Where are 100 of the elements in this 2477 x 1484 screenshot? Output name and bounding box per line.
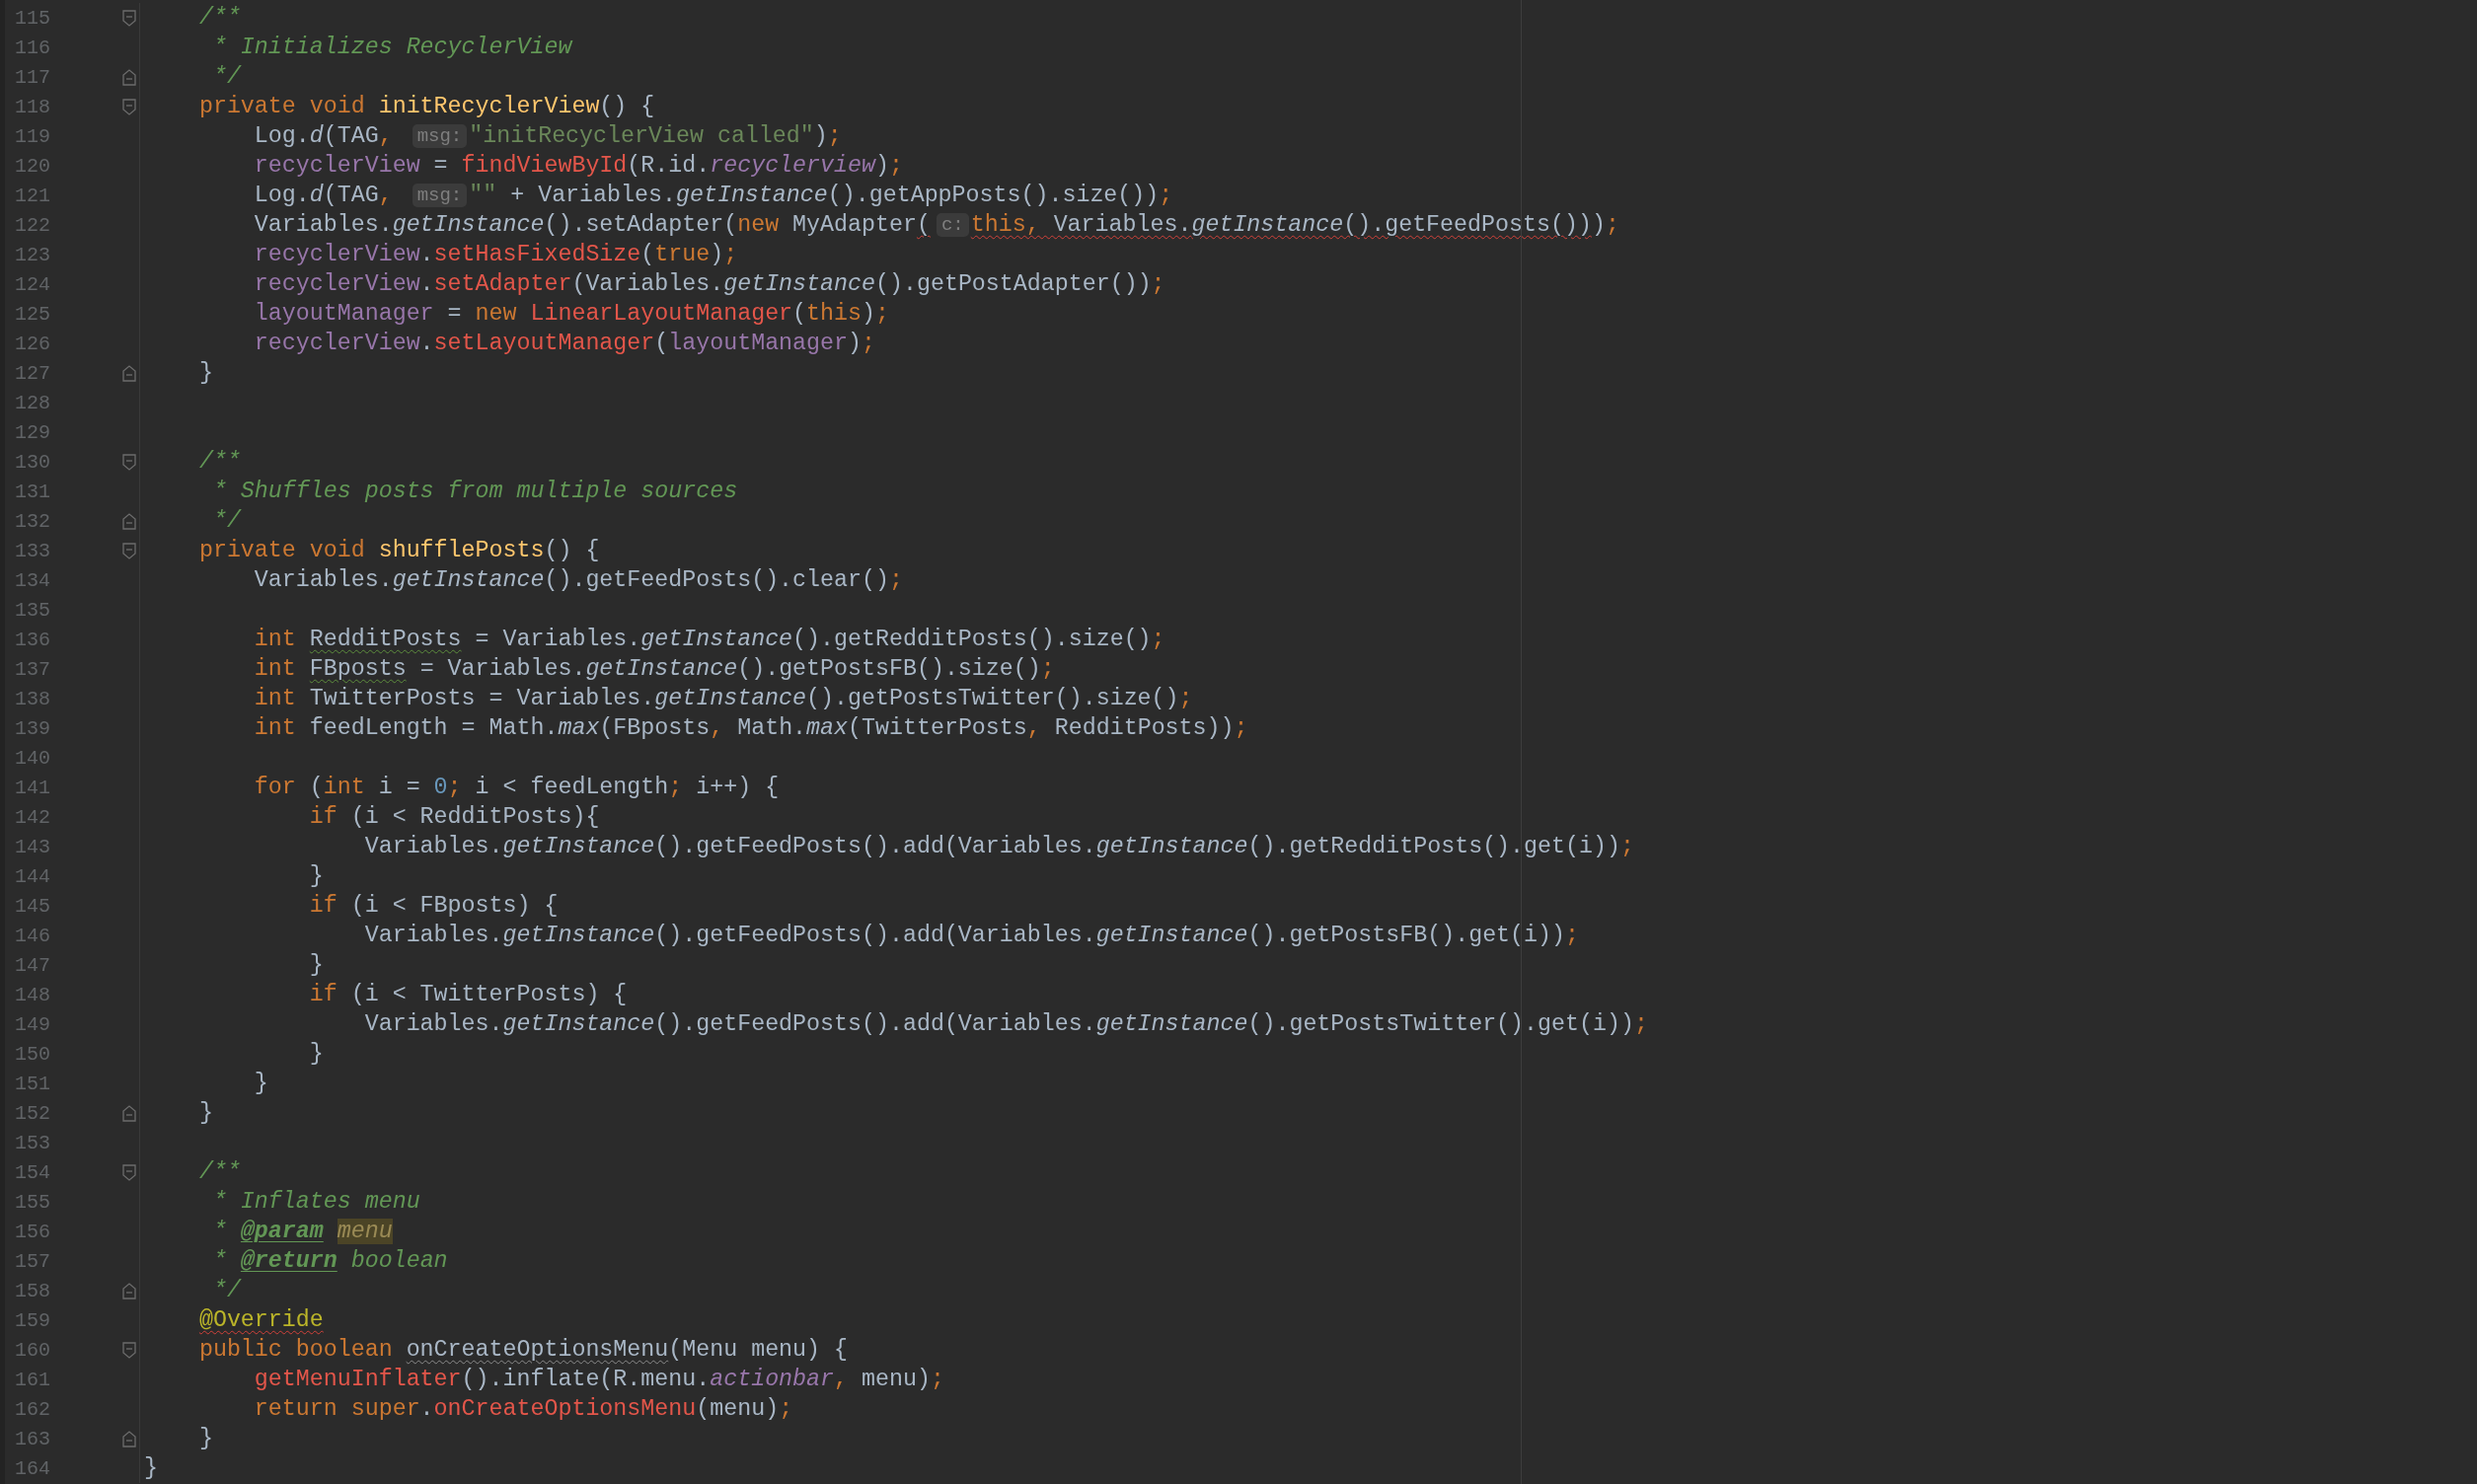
- line-number: 144: [14, 864, 51, 888]
- code-text: setLayoutManager: [433, 331, 655, 356]
- code-text: */: [212, 64, 241, 90]
- line-number: 156: [14, 1220, 51, 1243]
- code-text: (TAG: [323, 183, 379, 208]
- code-text: ,: [378, 183, 394, 208]
- code-text: private void: [198, 94, 366, 119]
- code-text: 0: [433, 775, 448, 800]
- line-number: 162: [14, 1397, 51, 1421]
- fold-icon[interactable]: [122, 1163, 136, 1181]
- code-text: int: [254, 627, 297, 652]
- line-number: 139: [14, 716, 51, 740]
- code-text: getInstance: [723, 271, 875, 297]
- parameter-hint: msg:: [412, 184, 468, 207]
- code-text: /**: [198, 1159, 241, 1185]
- fold-end-icon[interactable]: [122, 512, 136, 530]
- code-text: ().getFeedPosts().add(Variables.: [654, 1011, 1096, 1037]
- code-text: ;: [1151, 271, 1165, 297]
- parameter-hint: msg:: [412, 124, 468, 148]
- line-number: 128: [14, 391, 51, 414]
- fold-end-icon[interactable]: [122, 1104, 136, 1122]
- code-text: recyclerView: [254, 242, 420, 267]
- code-text: "": [469, 183, 497, 208]
- code-text: ,: [378, 123, 394, 149]
- code-text: new: [475, 301, 518, 327]
- line-number: 149: [14, 1012, 51, 1036]
- code-text: menu: [337, 1219, 393, 1244]
- line-number: 137: [14, 657, 51, 681]
- code-text: getMenuInflater: [254, 1367, 462, 1392]
- code-text: getInstance: [585, 656, 738, 682]
- code-text: Variables.: [364, 1011, 503, 1037]
- fold-end-icon[interactable]: [122, 1282, 136, 1299]
- code-text: ().getPostsFB().size(): [737, 656, 1041, 682]
- code-text: (: [640, 242, 655, 267]
- line-number: 126: [14, 332, 51, 355]
- code-text: ;: [827, 123, 842, 149]
- code-text: int: [254, 656, 297, 682]
- line-number: 141: [14, 776, 51, 799]
- code-text: ): [1591, 212, 1606, 238]
- code-text: (: [654, 331, 669, 356]
- line-number: 134: [14, 568, 51, 592]
- code-text: Variables.: [1053, 212, 1192, 238]
- line-number: 130: [14, 450, 51, 474]
- code-text: ;: [779, 1396, 793, 1422]
- code-text: max: [806, 715, 849, 741]
- line-number: 145: [14, 894, 51, 918]
- fold-icon[interactable]: [122, 98, 136, 115]
- line-number: 120: [14, 154, 51, 178]
- line-number: 127: [14, 361, 51, 385]
- code-text: }: [144, 1455, 158, 1481]
- code-text: }: [198, 1100, 213, 1126]
- code-text: * Inflates menu: [212, 1189, 420, 1215]
- code-text: private void: [198, 538, 366, 563]
- line-number: 159: [14, 1308, 51, 1332]
- fold-end-icon[interactable]: [122, 68, 136, 86]
- fold-end-icon[interactable]: [122, 364, 136, 382]
- code-text: * Initializes RecyclerView: [212, 35, 572, 60]
- line-number: 121: [14, 184, 51, 207]
- code-text: ().getPostAdapter()): [875, 271, 1152, 297]
- code-text: getInstance: [1191, 212, 1344, 238]
- code-text: (i < TwitterPosts) {: [350, 982, 628, 1007]
- line-number: 140: [14, 746, 51, 770]
- code-text: ): [875, 153, 889, 179]
- code-text: findViewById: [461, 153, 628, 179]
- code-text: ;: [1159, 183, 1173, 208]
- code-text: ().getAppPosts().size()): [827, 183, 1160, 208]
- code-text: ;: [888, 567, 903, 593]
- code-text: + Variables.: [510, 183, 676, 208]
- code-text: int: [254, 715, 297, 741]
- code-text: ;: [1633, 1011, 1648, 1037]
- code-text: ().getPostsTwitter().size(): [806, 686, 1179, 711]
- code-text: ): [710, 242, 724, 267]
- line-number: 153: [14, 1131, 51, 1154]
- code-text: getInstance: [1095, 834, 1248, 859]
- line-number: 132: [14, 509, 51, 533]
- fold-icon[interactable]: [122, 9, 136, 27]
- code-text: Math.: [737, 715, 807, 741]
- line-number: 119: [14, 124, 51, 148]
- code-text: Log.: [254, 183, 310, 208]
- code-text: if: [309, 982, 338, 1007]
- code-text: }: [198, 360, 213, 386]
- code-text: ().getRedditPosts().size(): [792, 627, 1152, 652]
- code-text: @Override: [198, 1307, 324, 1333]
- fold-icon[interactable]: [122, 1341, 136, 1359]
- code-text: = Variables.: [419, 656, 586, 682]
- fold-icon[interactable]: [122, 542, 136, 559]
- code-text: LinearLayoutManager: [530, 301, 793, 327]
- code-text: /**: [198, 449, 241, 475]
- code-text: ,: [1026, 715, 1042, 741]
- line-number: 133: [14, 539, 51, 562]
- code-text: recyclerView: [254, 153, 420, 179]
- code-text: getInstance: [502, 834, 655, 859]
- code-text: ().inflate(R.menu.: [461, 1367, 711, 1392]
- code-text: return super: [254, 1396, 420, 1422]
- code-text: actionbar: [710, 1367, 835, 1392]
- code-text: feedLength = Math.: [309, 715, 559, 741]
- fold-icon[interactable]: [122, 453, 136, 471]
- fold-end-icon[interactable]: [122, 1430, 136, 1447]
- code-text: ;: [1151, 627, 1165, 652]
- line-number: 151: [14, 1072, 51, 1095]
